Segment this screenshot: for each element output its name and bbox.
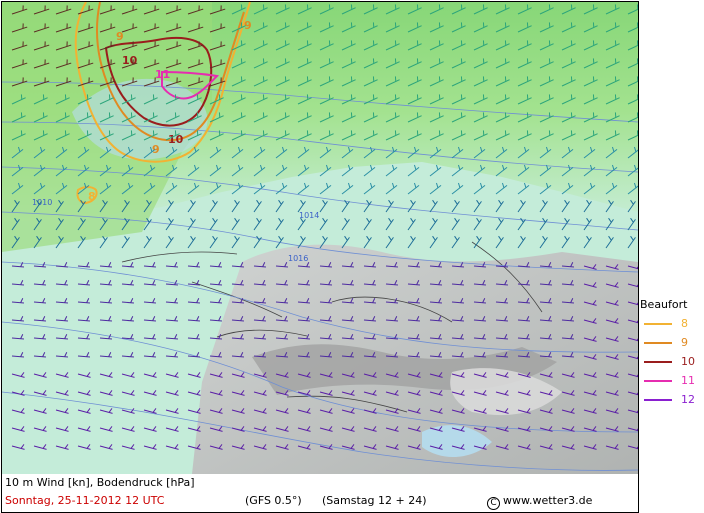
isobar-label-1010: 1010	[32, 198, 52, 207]
map-panel: 1010 1014 1016 9 10 11 10 9 8 9	[1, 1, 639, 475]
legend-label-9: 9	[681, 336, 688, 349]
beaufort-label-8: 8	[88, 190, 96, 203]
weather-map: 1010 1014 1016 9 10 11 10 9 8 9	[2, 2, 638, 474]
legend-item-11: 11	[644, 374, 700, 388]
copyright-icon: C	[487, 497, 500, 510]
legend-label-11: 11	[681, 374, 695, 387]
legend-line-10	[644, 361, 672, 363]
forecast-date: Sonntag, 25-11-2012 12 UTC	[5, 494, 165, 507]
legend-label-8: 8	[681, 317, 688, 330]
legend-line-12	[644, 399, 672, 401]
legend-item-8: 8	[644, 317, 700, 331]
copyright-text: www.wetter3.de	[503, 494, 593, 507]
legend-label-12: 12	[681, 393, 695, 406]
beaufort-label-9-bottom: 9	[152, 143, 160, 156]
model-resolution: (GFS 0.5°)	[245, 494, 302, 507]
model-run: (Samstag 12 + 24)	[322, 494, 427, 507]
copyright: Cwww.wetter3.de	[487, 494, 592, 510]
legend-line-11	[644, 380, 672, 382]
legend-item-9: 9	[644, 336, 700, 350]
legend-label-10: 10	[681, 355, 695, 368]
isobar-label-1014: 1014	[299, 211, 319, 220]
chart-footer: 10 m Wind [kn], Bodendruck [hPa] Sonntag…	[1, 474, 639, 513]
weather-chart-window: 1010 1014 1016 9 10 11 10 9 8 9 Beaufort…	[0, 0, 704, 513]
legend-line-8	[644, 323, 672, 325]
beaufort-legend: Beaufort 8 9 10 11 12	[640, 298, 702, 418]
legend-item-12: 12	[644, 393, 700, 407]
isobar-label-1016: 1016	[288, 254, 308, 263]
legend-line-9	[644, 342, 672, 344]
legend-item-10: 10	[644, 355, 700, 369]
chart-title: 10 m Wind [kn], Bodendruck [hPa]	[5, 476, 195, 489]
beaufort-label-11: 11	[155, 68, 170, 81]
legend-title: Beaufort	[640, 298, 688, 311]
